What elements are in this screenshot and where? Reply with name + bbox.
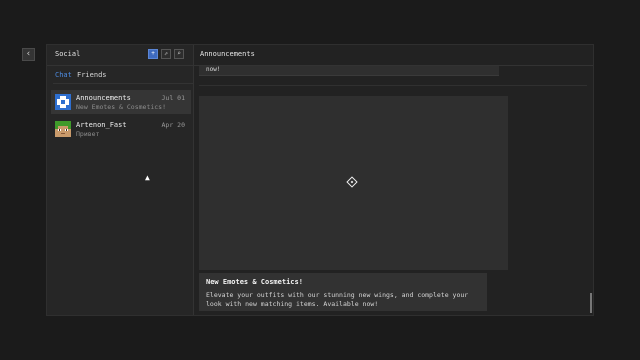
- conversation-preview: New Emotes & Cosmetics!: [76, 103, 167, 111]
- social-header: Social + ⇗ ⌕: [47, 45, 193, 66]
- back-button[interactable]: ‹: [22, 48, 35, 61]
- add-friend-button[interactable]: +: [148, 49, 158, 59]
- previous-message: now!: [199, 66, 499, 76]
- conversation-name: Announcements: [76, 94, 131, 102]
- message-body: Elevate your outfits with our stunning n…: [206, 291, 469, 308]
- loading-icon: [346, 176, 358, 188]
- conversation-name: Artenon_Fast: [76, 121, 127, 129]
- social-tabs: Chat Friends: [47, 66, 193, 84]
- day-divider: [199, 85, 587, 86]
- social-panel: Social + ⇗ ⌕ Chat Friends Announcements …: [47, 45, 194, 315]
- previous-message-text: now!: [206, 66, 221, 73]
- chat-panel: Announcements now! New Emotes & Cosmetic…: [194, 45, 593, 315]
- conversation-date: Jul 01: [161, 94, 185, 102]
- conversation-artenon[interactable]: Artenon_Fast Привет Apr 20: [51, 117, 191, 141]
- chat-header: Announcements: [194, 45, 593, 66]
- search-icon[interactable]: ⌕: [174, 49, 184, 59]
- chat-title: Announcements: [200, 50, 255, 58]
- message-media[interactable]: [199, 96, 508, 270]
- social-window: Social + ⇗ ⌕ Chat Friends Announcements …: [46, 44, 594, 316]
- message-title: New Emotes & Cosmetics!: [206, 278, 303, 286]
- chat-scrollbar[interactable]: [590, 293, 592, 313]
- conversation-announcements[interactable]: Announcements New Emotes & Cosmetics! Ju…: [51, 90, 191, 114]
- conversation-preview: Привет: [76, 130, 100, 138]
- mouse-cursor-icon: ▲: [145, 173, 150, 182]
- player-avatar-icon: [55, 121, 71, 137]
- tab-friends[interactable]: Friends: [77, 71, 107, 79]
- link-icon[interactable]: ⇗: [161, 49, 171, 59]
- conversation-date: Apr 20: [161, 121, 185, 129]
- announcement-avatar-icon: [55, 94, 71, 110]
- tab-chat[interactable]: Chat: [55, 71, 72, 79]
- divider: [53, 83, 193, 84]
- announcement-message: New Emotes & Cosmetics! Elevate your out…: [199, 273, 487, 311]
- social-title: Social: [55, 50, 81, 58]
